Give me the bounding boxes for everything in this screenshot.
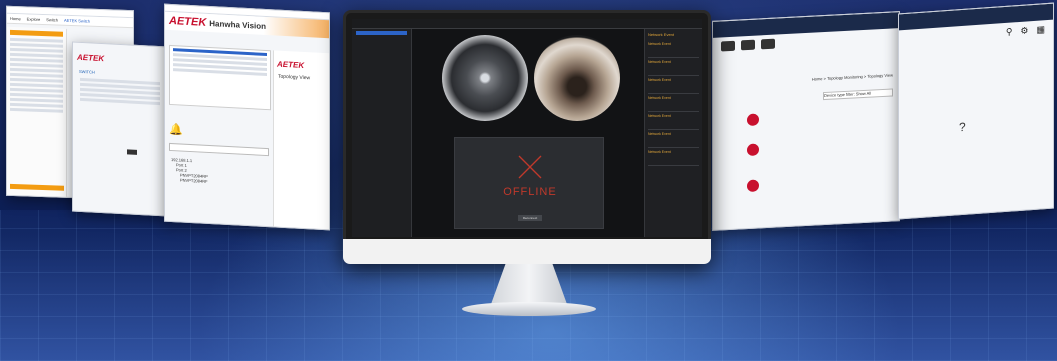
tree-item[interactable]: [356, 43, 407, 47]
aetek-logo: AETEK: [169, 14, 207, 29]
mid-left-app-window: AETEK SWITCH: [72, 41, 168, 217]
tree-selected-item[interactable]: [356, 31, 407, 35]
camera-view-area: OFFLINE Reconnect: [412, 29, 644, 237]
event-panel: Network Event Network Event Network Even…: [644, 29, 702, 237]
tree-item[interactable]: [356, 49, 407, 53]
event-item[interactable]: Network Event: [648, 42, 699, 58]
offline-camera-tile[interactable]: OFFLINE Reconnect: [454, 137, 604, 229]
near-right-app-window: Home > Topology Monitoring > Topology Vi…: [712, 11, 900, 231]
fisheye-camera-tile-2[interactable]: [534, 35, 620, 121]
breadcrumb: Home > Topology Monitoring > Topology Vi…: [811, 72, 893, 82]
aetek-secondary-logo: AETEK: [277, 59, 305, 70]
alarm-bell-icon[interactable]: 🔔: [169, 123, 187, 138]
desktop-monitor: OFFLINE Reconnect Network Event Network …: [343, 10, 711, 264]
switch-device-icon[interactable]: [721, 40, 735, 52]
switch-node-icon[interactable]: [127, 149, 137, 155]
offline-x-icon: [518, 155, 542, 179]
offline-status-text: OFFLINE: [503, 186, 557, 198]
gear-icon[interactable]: ⚙: [1020, 25, 1028, 37]
far-right-app-window: ⚲ ⚙ ▦ ?: [898, 2, 1054, 220]
tab-explore[interactable]: Explore: [27, 16, 41, 21]
monitor-chin: [343, 239, 711, 264]
reconnect-button[interactable]: Reconnect: [518, 215, 542, 221]
device-table: [169, 44, 271, 111]
tab-aetek-switch[interactable]: AETEK Switch: [64, 18, 90, 24]
switch-device-icon[interactable]: [741, 39, 755, 51]
location-pin-icon[interactable]: ⚲: [1006, 26, 1013, 37]
switch-device-icon[interactable]: [761, 38, 775, 50]
orange-footer-bar: [10, 183, 64, 191]
fisheye-camera-tile-1[interactable]: [442, 35, 528, 121]
hanwha-vision-logo: Hanwha Vision: [209, 18, 267, 31]
event-item[interactable]: Network Event: [648, 96, 699, 112]
event-item[interactable]: Network Event: [648, 60, 699, 76]
grid-icon[interactable]: ▦: [1036, 24, 1045, 36]
vms-application-screen: OFFLINE Reconnect Network Event Network …: [352, 19, 702, 237]
alert-node-icon[interactable]: [747, 143, 759, 157]
vms-toolbar: [352, 19, 702, 29]
question-icon: ?: [959, 119, 966, 135]
tree-item[interactable]: [356, 37, 407, 41]
alert-node-icon[interactable]: [747, 179, 759, 193]
device-tree-panel: [352, 29, 412, 237]
aetek-logo: AETEK: [77, 52, 105, 64]
device-filter-dropdown[interactable]: Device type filter: Show All: [823, 88, 893, 101]
near-left-app-window: AETEK Hanwha Vision AETEK Topology View …: [164, 3, 330, 231]
event-item[interactable]: Network Event: [648, 78, 699, 94]
alert-node-icon[interactable]: [747, 113, 759, 127]
event-item[interactable]: Network Event: [648, 150, 699, 166]
event-item[interactable]: Network Event: [648, 114, 699, 130]
tab-home[interactable]: Home: [10, 16, 21, 21]
orange-header-bar: [10, 29, 63, 37]
event-item[interactable]: Network Event: [648, 132, 699, 148]
event-panel-title: Network Event: [648, 32, 675, 37]
monitor-stand-base: [462, 302, 596, 316]
tab-switch[interactable]: Switch: [46, 17, 58, 22]
tree-item[interactable]: [356, 55, 407, 59]
search-input[interactable]: [169, 142, 269, 157]
